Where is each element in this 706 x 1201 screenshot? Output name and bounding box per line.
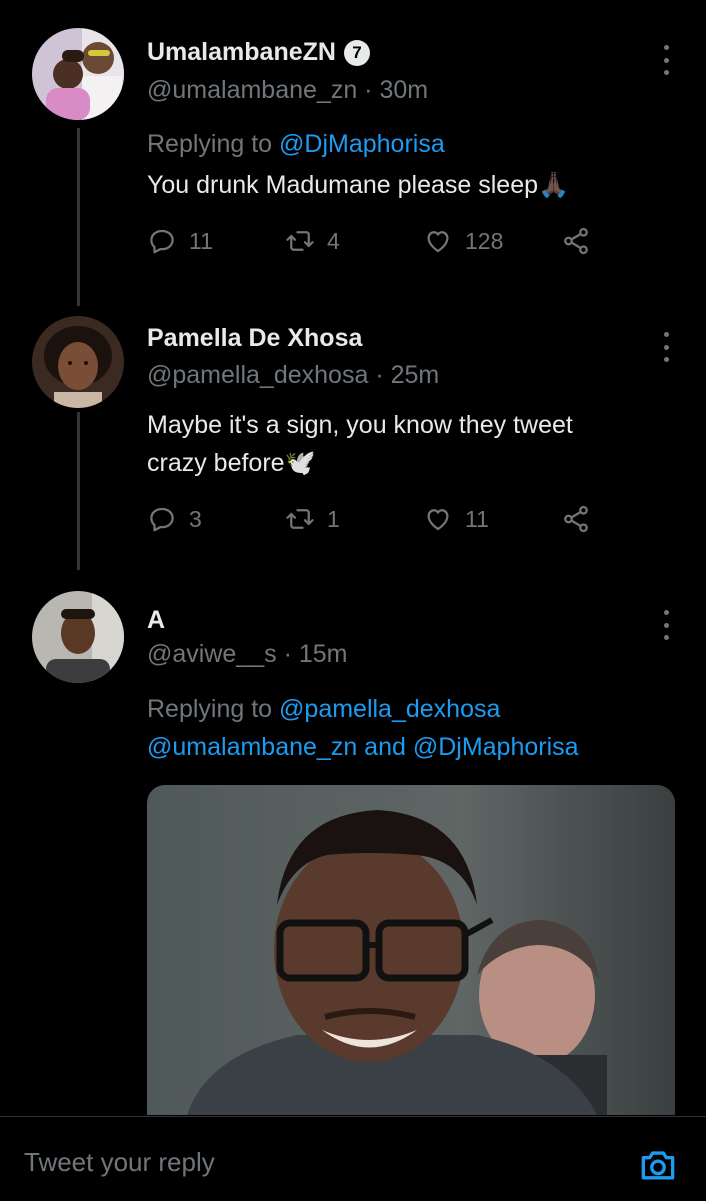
timestamp: · 15m xyxy=(283,640,348,668)
tweet-text-line2-content: crazy before xyxy=(147,449,285,477)
replying-to-prefix: Replying to xyxy=(147,695,273,723)
retweet-button[interactable]: 1 xyxy=(285,504,340,534)
share-icon xyxy=(564,505,588,533)
replying-to: Replying to @pamella_dexhosa @umalambane… xyxy=(147,690,579,766)
camera-button[interactable] xyxy=(636,1143,680,1187)
retweet-count: 4 xyxy=(327,227,340,254)
display-name[interactable]: Pamella De Xhosa xyxy=(147,324,362,353)
reply-button[interactable]: 11 xyxy=(147,226,213,256)
heart-icon xyxy=(427,231,449,253)
emoji: 🕊️ xyxy=(284,449,316,477)
mention-link[interactable]: @umalambane_zn xyxy=(147,733,357,761)
more-options-icon[interactable] xyxy=(656,332,676,362)
reply-icon xyxy=(150,507,174,532)
timestamp: · 25m xyxy=(375,361,440,389)
handle-time: @aviwe__s · 15m xyxy=(147,640,347,669)
tweet-text: You drunk Madumane please sleep🙏🏿 xyxy=(147,166,677,204)
handle-time: @pamella_dexhosa · 25m xyxy=(147,361,439,390)
and-text[interactable]: and xyxy=(364,733,406,761)
like-button[interactable]: 11 xyxy=(423,504,489,534)
reply-icon xyxy=(150,229,174,254)
mention-link[interactable]: @pamella_dexhosa xyxy=(279,695,500,723)
retweet-icon xyxy=(286,231,314,251)
more-options-icon[interactable] xyxy=(656,610,676,640)
heart-icon xyxy=(427,509,449,531)
replying-to: Replying to @DjMaphorisa xyxy=(147,125,445,163)
like-count: 11 xyxy=(465,505,489,532)
replying-to-line1: Replying to @pamella_dexhosa xyxy=(147,690,579,728)
tweet-text-content: You drunk Madumane please sleep xyxy=(147,171,539,199)
replying-to-prefix: Replying to xyxy=(147,130,273,158)
replying-to-line2: @umalambane_zn and @DjMaphorisa xyxy=(147,728,579,766)
tweet-text-line2: crazy before🕊️ xyxy=(147,444,677,482)
camera-icon xyxy=(641,1151,675,1180)
retweet-count: 1 xyxy=(327,505,340,532)
display-name-text[interactable]: Pamella De Xhosa xyxy=(147,324,362,353)
handle[interactable]: @pamella_dexhosa xyxy=(147,361,368,389)
tweet-media-image[interactable] xyxy=(147,785,675,1115)
more-options-icon[interactable] xyxy=(656,45,676,75)
emoji: 🙏🏿 xyxy=(538,171,570,199)
display-name[interactable]: A xyxy=(147,606,165,635)
avatar-umalambanezn[interactable] xyxy=(32,28,124,120)
like-count: 128 xyxy=(465,227,504,254)
mention-link[interactable]: @DjMaphorisa xyxy=(413,733,579,761)
display-name[interactable]: UmalambaneZN 7 xyxy=(147,38,370,67)
mention-link[interactable]: @DjMaphorisa xyxy=(279,130,445,158)
handle[interactable]: @aviwe__s xyxy=(147,640,277,668)
handle[interactable]: @umalambane_zn xyxy=(147,76,357,104)
tweet-actions: 3 1 11 xyxy=(147,504,607,536)
tweet-reply-input[interactable]: Tweet your reply xyxy=(24,1147,215,1178)
display-name-text[interactable]: UmalambaneZN xyxy=(147,38,336,67)
tweet-actions: 11 4 128 xyxy=(147,226,607,258)
reply-bar: Tweet your reply xyxy=(0,1116,706,1201)
avatar-pamella[interactable] xyxy=(32,316,124,408)
tweet-1[interactable]: UmalambaneZN 7 @umalambane_zn · 30m Repl… xyxy=(0,0,706,300)
reply-button[interactable]: 3 xyxy=(147,504,202,534)
handle-time: @umalambane_zn · 30m xyxy=(147,76,428,105)
tweet-2[interactable]: Pamella De Xhosa @pamella_dexhosa · 25m … xyxy=(0,300,706,570)
tweet-text-line1: Maybe it's a sign, you know they tweet xyxy=(147,411,573,439)
tweet-text: Maybe it's a sign, you know they tweet c… xyxy=(147,406,677,482)
retweet-button[interactable]: 4 xyxy=(285,226,340,256)
reply-count: 3 xyxy=(189,505,202,532)
share-icon xyxy=(564,227,588,255)
share-button[interactable] xyxy=(561,226,591,256)
avatar-a[interactable] xyxy=(32,591,124,683)
retweet-icon xyxy=(286,509,314,529)
reply-count: 11 xyxy=(189,227,213,254)
share-button[interactable] xyxy=(561,504,591,534)
photo xyxy=(147,785,675,1115)
timestamp: · 30m xyxy=(364,76,429,104)
verified-badge-icon: 7 xyxy=(343,39,370,66)
like-button[interactable]: 128 xyxy=(423,226,503,256)
display-name-text[interactable]: A xyxy=(147,606,165,635)
